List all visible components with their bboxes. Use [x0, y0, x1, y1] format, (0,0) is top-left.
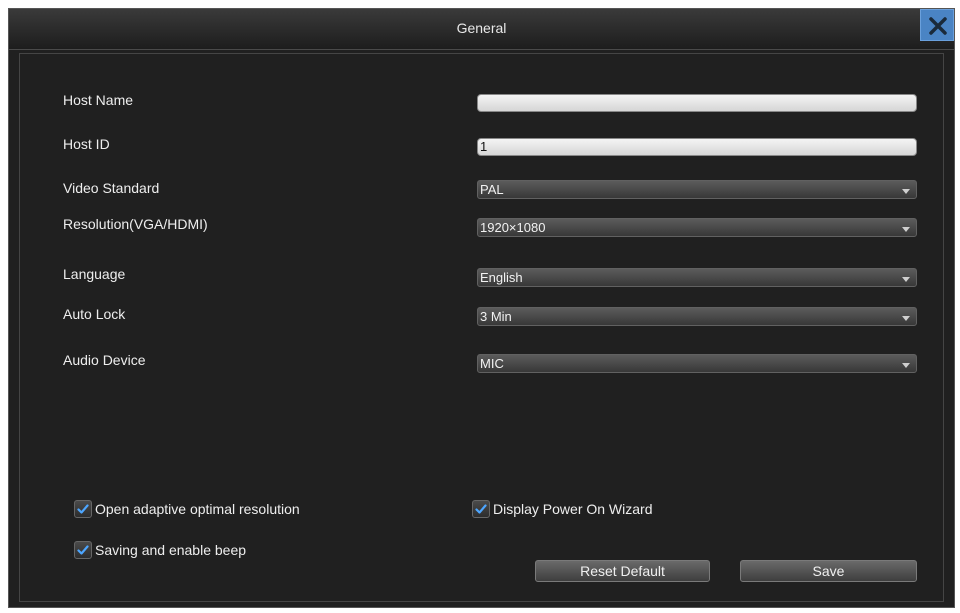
checkbox-box[interactable]	[74, 541, 92, 559]
resolution-value: 1920×1080	[480, 220, 546, 235]
resolution-select[interactable]: 1920×1080	[477, 218, 917, 237]
host-id-input[interactable]: 1	[477, 138, 917, 156]
host-id-label: Host ID	[63, 136, 110, 152]
language-value: English	[480, 270, 523, 285]
chevron-down-icon	[902, 277, 910, 282]
enable-beep-checkbox[interactable]: Saving and enable beep	[74, 541, 246, 559]
auto-lock-label: Auto Lock	[63, 306, 126, 322]
checkbox-box[interactable]	[472, 500, 490, 518]
general-dialog: General Host Name Host ID 1 Video Standa…	[8, 8, 955, 608]
save-button[interactable]: Save	[740, 560, 917, 582]
checkbox-box[interactable]	[74, 500, 92, 518]
close-button[interactable]	[920, 9, 954, 41]
checkmark-icon	[77, 545, 89, 555]
checkmark-icon	[77, 504, 89, 514]
audio-device-value: MIC	[480, 356, 504, 371]
checkmark-icon	[475, 504, 487, 514]
chevron-down-icon	[902, 363, 910, 368]
enable-beep-label: Saving and enable beep	[95, 542, 247, 558]
auto-lock-select[interactable]: 3 Min	[477, 307, 917, 326]
chevron-down-icon	[902, 316, 910, 321]
audio-device-label: Audio Device	[63, 352, 146, 368]
host-name-input[interactable]	[477, 94, 917, 112]
adaptive-resolution-checkbox[interactable]: Open adaptive optimal resolution	[74, 500, 300, 518]
audio-device-select[interactable]: MIC	[477, 354, 917, 373]
host-name-label: Host Name	[63, 92, 134, 108]
reset-default-button[interactable]: Reset Default	[535, 560, 710, 582]
video-standard-value: PAL	[480, 182, 504, 197]
language-label: Language	[63, 266, 126, 282]
power-on-wizard-label: Display Power On Wizard	[493, 501, 653, 517]
settings-panel: Host Name Host ID 1 Video Standard PAL R…	[19, 53, 944, 602]
power-on-wizard-checkbox[interactable]: Display Power On Wizard	[472, 500, 653, 518]
video-standard-label: Video Standard	[63, 180, 160, 196]
auto-lock-value: 3 Min	[480, 309, 512, 324]
resolution-label: Resolution(VGA/HDMI)	[63, 216, 208, 232]
close-icon	[929, 17, 947, 35]
dialog-title: General	[456, 20, 507, 36]
chevron-down-icon	[902, 227, 910, 232]
chevron-down-icon	[902, 189, 910, 194]
title-bar: General	[9, 9, 954, 50]
language-select[interactable]: English	[477, 268, 917, 287]
video-standard-select[interactable]: PAL	[477, 180, 917, 199]
adaptive-resolution-label: Open adaptive optimal resolution	[95, 501, 300, 517]
